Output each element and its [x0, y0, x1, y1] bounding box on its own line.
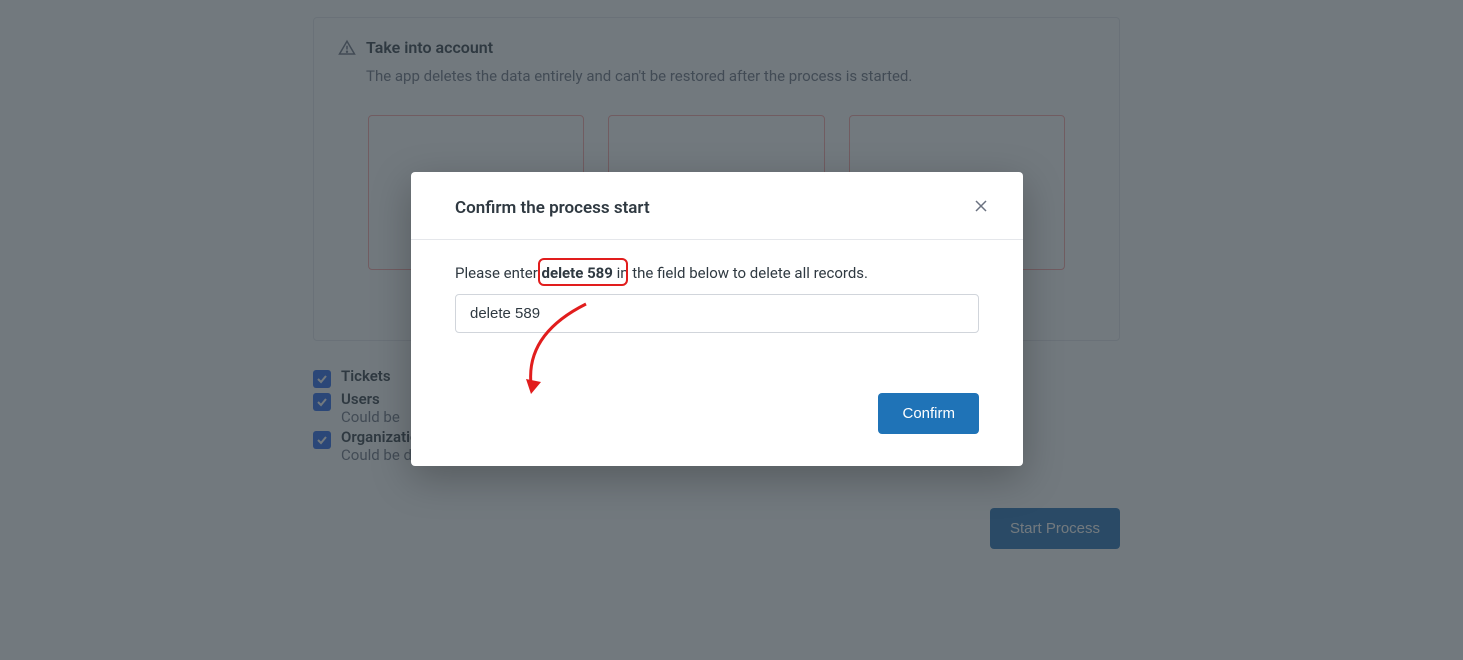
modal-overlay: Confirm the process start Please enter d… — [0, 0, 1463, 660]
confirm-input[interactable] — [455, 294, 979, 333]
confirm-button[interactable]: Confirm — [878, 393, 979, 434]
modal-instruction: Please enter delete 589 in the field bel… — [455, 264, 979, 282]
close-icon — [973, 202, 989, 217]
confirm-modal: Confirm the process start Please enter d… — [411, 172, 1023, 466]
modal-title: Confirm the process start — [455, 198, 650, 218]
close-button[interactable] — [969, 194, 993, 221]
